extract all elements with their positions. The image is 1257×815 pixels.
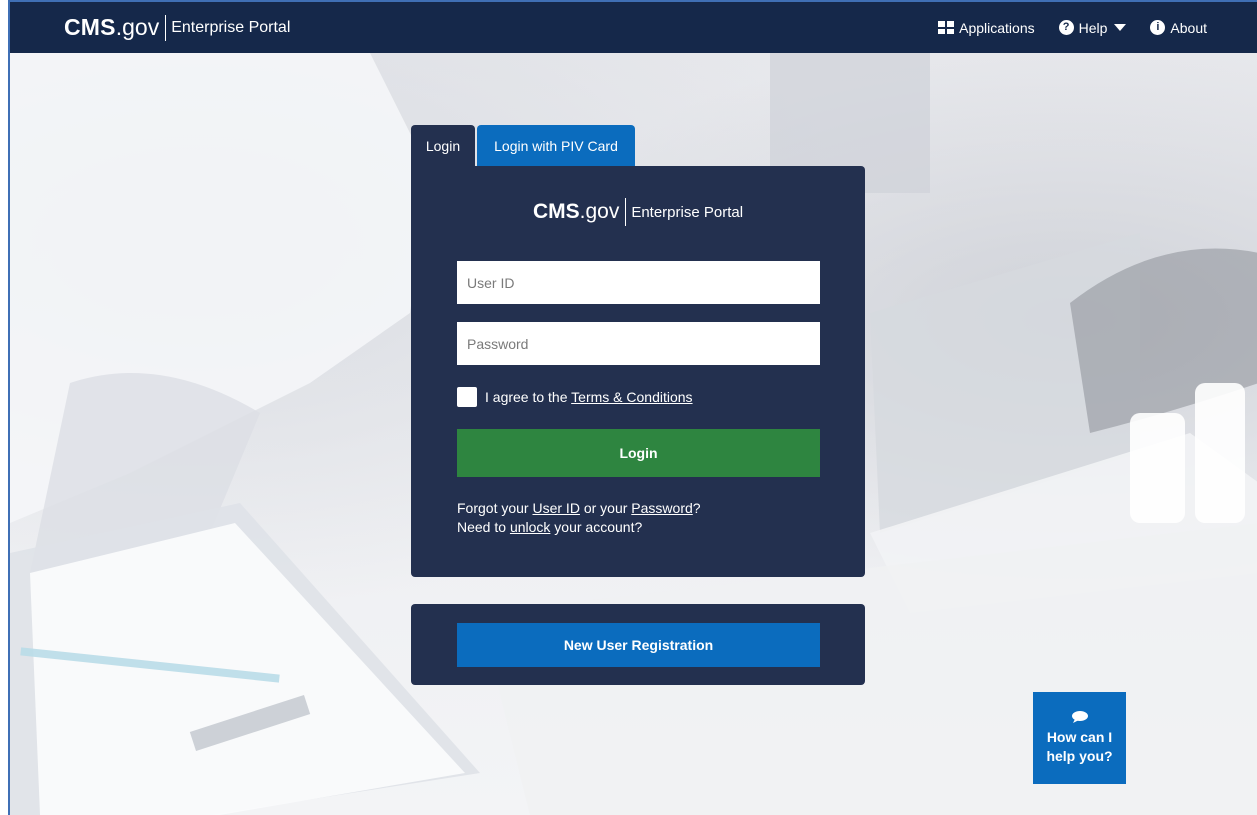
- chat-help-widget[interactable]: How can I help you?: [1033, 692, 1126, 784]
- unlock-account-line: Need to unlock your account?: [457, 518, 701, 537]
- registration-card: New User Registration: [411, 604, 865, 685]
- nav-applications-label: Applications: [959, 19, 1035, 36]
- top-navigation-bar: CMS .gov Enterprise Portal Applications …: [10, 0, 1257, 53]
- caret-down-icon: [1114, 24, 1127, 31]
- unlock-account-link[interactable]: unlock: [510, 519, 550, 535]
- terms-prefix-text: I agree to the: [485, 389, 568, 405]
- login-button[interactable]: Login: [457, 429, 820, 477]
- forgot-suffix-text: ?: [692, 500, 701, 516]
- tab-login-piv-card[interactable]: Login with PIV Card: [477, 125, 635, 166]
- forgot-credentials-line: Forgot your User ID or your Password?: [457, 499, 701, 518]
- card-brand-gov-text: .gov: [579, 200, 620, 223]
- brand-portal-text: Enterprise Portal: [171, 18, 291, 36]
- unlock-suffix-text: your account?: [554, 519, 643, 535]
- password-input[interactable]: [457, 322, 820, 365]
- login-card-brand-logo: CMS .gov Enterprise Portal: [411, 198, 865, 226]
- card-brand-divider: [625, 198, 627, 226]
- nav-about-link[interactable]: i About: [1150, 20, 1207, 36]
- chat-line-1: How can I: [1046, 728, 1113, 745]
- info-circle-icon: i: [1150, 20, 1166, 35]
- card-brand-portal-text: Enterprise Portal: [631, 203, 744, 221]
- forgot-password-link[interactable]: Password: [631, 500, 692, 516]
- unlock-prefix-text: Need to: [457, 519, 507, 535]
- header-nav-links: Applications ? Help i About: [938, 2, 1207, 53]
- chat-bubble-icon: [1071, 710, 1088, 723]
- user-id-input[interactable]: [457, 261, 820, 304]
- forgot-prefix-text: Forgot your: [457, 500, 529, 516]
- brand-divider: [165, 14, 167, 41]
- tab-login[interactable]: Login: [411, 125, 475, 166]
- nav-applications-link[interactable]: Applications: [938, 20, 1035, 36]
- card-brand-cms-text: CMS: [532, 200, 580, 223]
- nav-help-dropdown[interactable]: ? Help: [1058, 19, 1127, 36]
- terms-agreement-text: I agree to the Terms & Conditions: [485, 389, 693, 405]
- account-help-text: Forgot your User ID or your Password? Ne…: [457, 499, 701, 537]
- terms-agreement: I agree to the Terms & Conditions: [457, 387, 693, 407]
- forgot-user-id-link[interactable]: User ID: [532, 500, 579, 516]
- question-circle-icon: ?: [1058, 20, 1074, 35]
- login-tabs: Login Login with PIV Card: [411, 125, 635, 166]
- terms-conditions-link[interactable]: Terms & Conditions: [571, 389, 692, 405]
- chat-line-2: help you?: [1046, 747, 1113, 764]
- page-frame: CMS .gov Enterprise Portal Applications …: [8, 0, 1257, 815]
- nav-help-label: Help: [1078, 19, 1108, 36]
- nav-about-label: About: [1170, 19, 1207, 36]
- forgot-or-text: or your: [583, 500, 628, 516]
- brand-cms-text: CMS: [64, 14, 116, 40]
- new-user-registration-button[interactable]: New User Registration: [457, 623, 820, 667]
- login-card: CMS .gov Enterprise Portal I agree to th…: [411, 166, 865, 577]
- terms-checkbox[interactable]: [457, 387, 477, 407]
- grid-icon: [938, 21, 955, 34]
- brand-gov-text: .gov: [115, 14, 160, 40]
- header-brand-logo[interactable]: CMS .gov Enterprise Portal: [64, 14, 290, 41]
